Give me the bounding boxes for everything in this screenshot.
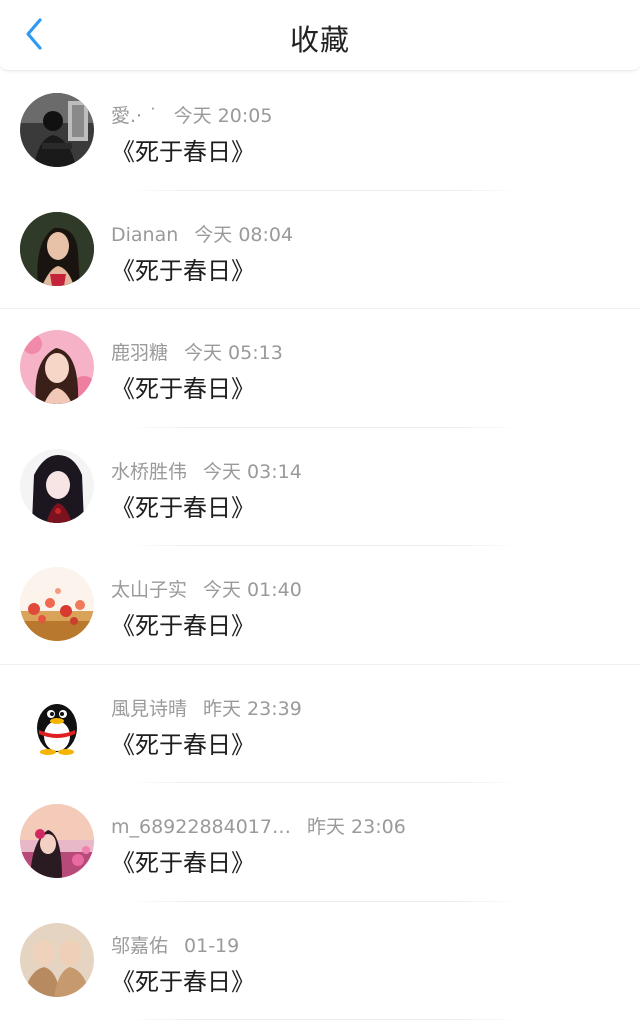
timestamp: 昨天 23:39 [203,697,302,720]
item-content: 《死于春日》 [111,256,255,285]
favorites-list: 愛.· ˙今天 20:05 《死于春日》 Dianan今天 08:04 《死 [0,72,640,1020]
item-content: 《死于春日》 [111,375,255,403]
list-item[interactable]: Dianan 今天 08:04 《死于春日》 [0,191,640,309]
timestamp: 今天 01:40 [203,579,302,601]
list-item[interactable]: m_68922884017… 昨天 23:06 《死于春日》 [0,783,640,902]
user-name: 邬嘉佑 [111,934,169,957]
item-content: 《死于春日》 [111,138,255,166]
app-screen: 收藏 愛.· ˙ 今天 20:05 《死于春日》 Dianan 今天 08:04… [0,0,640,1025]
timestamp: 昨天 23:06 [306,816,406,838]
timestamp: 01-19 [184,934,240,957]
item-meta: 風見诗晴 昨天 23:39 [111,694,302,721]
avatar-dark-room-icon[interactable] [20,93,94,167]
item-meta: Dianan 今天 08:04 [111,220,293,247]
avatar-pink-portrait-icon[interactable] [20,330,94,404]
list-item[interactable]: 水桥胜伟 今天 03:14 《死于春日》 [0,428,640,546]
timestamp: 今天 08:04 [194,223,294,246]
list-item[interactable]: 太山子实 今天 01:40 《死于春日》 [0,546,640,665]
item-content: 《死于春日》 [111,493,255,522]
user-name: 愛.· ˙ [111,105,158,127]
list-item[interactable]: 愛.· ˙ 今天 20:05 《死于春日》 [0,72,640,191]
user-name: m_68922884017… [111,816,291,838]
item-content: 《死于春日》 [111,730,255,759]
user-name: 水桥胜伟 [111,460,188,483]
timestamp: 今天 20:05 [173,105,273,127]
item-meta: 愛.· ˙ 今天 20:05 [111,101,272,128]
divider [124,1019,524,1020]
user-name: 鹿羽糖 [111,342,169,364]
avatar-sunset-girl-icon[interactable] [20,804,94,878]
item-meta: 太山子实 今天 01:40 [111,575,302,602]
navigation-bar: 收藏 [0,0,640,71]
avatar-penguin-icon[interactable] [20,685,94,760]
item-meta: 鹿羽糖 今天 05:13 [111,338,283,365]
item-meta: 水桥胜伟 今天 03:14 [111,457,302,484]
page-title: 收藏 [289,23,350,57]
list-item[interactable]: 鹿羽糖 今天 05:13 《死于春日》 [0,309,640,428]
item-content: 《死于春日》 [111,849,255,877]
item-meta: 邬嘉佑 01-19 [111,931,239,958]
list-item[interactable]: 邬嘉佑 01-19 《死于春日》 [0,902,640,1020]
avatar-portrait-woman-icon[interactable] [20,211,94,286]
avatar-flowers-icon[interactable] [20,567,94,641]
user-name: 風見诗晴 [111,697,188,720]
item-content: 《死于春日》 [111,612,255,640]
user-name: 太山子实 [111,579,188,601]
user-name: Dianan [111,223,179,246]
item-content: 《死于春日》 [111,967,255,996]
avatar-anime-girl-icon[interactable] [20,448,94,523]
item-meta: m_68922884017… 昨天 23:06 [111,812,406,839]
list-item[interactable]: 風見诗晴 昨天 23:39 《死于春日》 [0,665,640,783]
timestamp: 今天 05:13 [184,342,283,364]
avatar-two-people-icon[interactable] [20,922,94,997]
timestamp: 今天 03:14 [203,460,302,483]
